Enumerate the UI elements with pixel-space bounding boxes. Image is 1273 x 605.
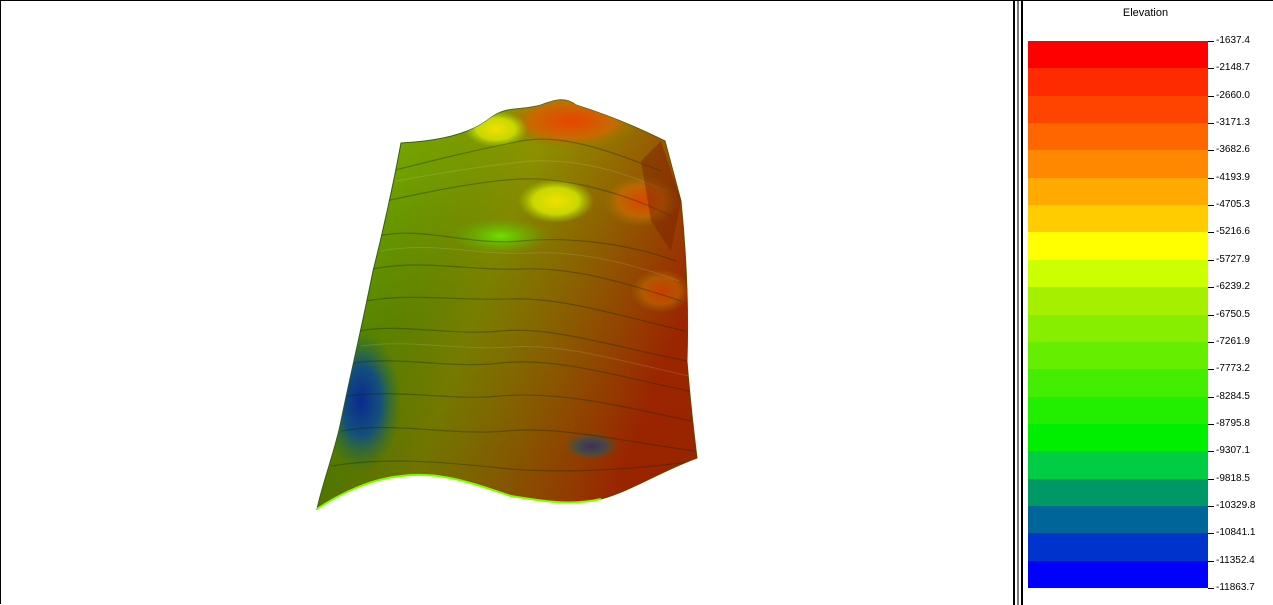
surface-canvas[interactable] bbox=[1, 1, 1013, 604]
legend-tick bbox=[1208, 123, 1214, 125]
legend-label: -1637.4 bbox=[1216, 35, 1250, 46]
legend-tick bbox=[1208, 505, 1214, 507]
legend-tick bbox=[1208, 41, 1214, 42]
color-legend-panel: Elevation -1637.4 -2148.7 -2660.0 -3171.3 -3… bbox=[1023, 1, 1273, 605]
legend-label: -8795.8 bbox=[1216, 417, 1250, 429]
legend-band bbox=[1028, 478, 1208, 507]
legend-label: -8284.5 bbox=[1216, 390, 1250, 402]
legend-label: -3171.3 bbox=[1216, 117, 1250, 129]
legend-label: -4705.3 bbox=[1216, 199, 1250, 211]
legend-label: -11863.7 bbox=[1216, 582, 1255, 593]
legend-tick bbox=[1208, 259, 1214, 261]
legend-label: -5727.9 bbox=[1216, 253, 1250, 265]
legend-band bbox=[1028, 232, 1208, 261]
legend-color-bar bbox=[1028, 41, 1208, 589]
legend-band bbox=[1028, 205, 1208, 233]
legend-tick bbox=[1208, 396, 1214, 398]
legend-label: -2148.7 bbox=[1216, 62, 1250, 74]
legend-label: -7773.2 bbox=[1216, 363, 1250, 375]
legend-label: -9818.5 bbox=[1216, 472, 1250, 484]
legend-label: -10329.8 bbox=[1216, 499, 1256, 511]
legend-tick bbox=[1208, 533, 1214, 535]
legend-band bbox=[1028, 150, 1208, 179]
legend-label: -5216.6 bbox=[1216, 226, 1250, 238]
legend-band bbox=[1028, 396, 1208, 425]
panel-splitter[interactable] bbox=[1013, 1, 1023, 605]
legend-tick bbox=[1208, 205, 1214, 207]
legend-title: Elevation bbox=[1122, 7, 1169, 19]
legend-tick bbox=[1208, 177, 1214, 179]
legend-tick bbox=[1208, 478, 1214, 480]
legend-band bbox=[1028, 314, 1208, 343]
legend-tick bbox=[1208, 68, 1214, 70]
3d-surface-viewport[interactable] bbox=[1, 1, 1013, 604]
legend-tick bbox=[1208, 150, 1214, 152]
legend-label: -2660.0 bbox=[1216, 89, 1250, 101]
legend-band bbox=[1028, 68, 1208, 97]
legend-label: -3682.6 bbox=[1216, 144, 1250, 156]
legend-tick bbox=[1208, 341, 1214, 343]
legend-band bbox=[1028, 369, 1208, 398]
app-window: Elevation -1637.4 -2148.7 -2660.0 -3171.3 -3… bbox=[0, 0, 1273, 605]
legend-label: -9307.1 bbox=[1216, 445, 1250, 457]
legend-band bbox=[1028, 95, 1208, 124]
legend-band bbox=[1028, 341, 1208, 370]
legend-band bbox=[1028, 287, 1208, 315]
legend-band bbox=[1028, 505, 1208, 534]
legend-band bbox=[1028, 177, 1208, 206]
legend-label: -7261.9 bbox=[1216, 335, 1250, 347]
legend-tick bbox=[1208, 95, 1214, 97]
legend-band bbox=[1028, 451, 1208, 480]
legend-label: -6750.5 bbox=[1216, 308, 1250, 320]
legend-tick bbox=[1208, 560, 1214, 562]
legend-band bbox=[1028, 423, 1208, 452]
legend-label: -4193.9 bbox=[1216, 171, 1250, 183]
legend-tick bbox=[1208, 423, 1214, 425]
legend-band bbox=[1028, 560, 1208, 589]
legend-tick bbox=[1208, 588, 1214, 589]
legend-tick bbox=[1208, 314, 1214, 316]
legend-band bbox=[1028, 259, 1208, 288]
legend-label: -10841.1 bbox=[1216, 527, 1256, 539]
legend-label: -6239.2 bbox=[1216, 281, 1250, 293]
legend-tick bbox=[1208, 369, 1214, 371]
legend-tick bbox=[1208, 232, 1214, 234]
legend-label: -11352.4 bbox=[1216, 554, 1255, 566]
legend-band bbox=[1028, 533, 1208, 562]
legend-band bbox=[1028, 41, 1208, 69]
terrain-surface bbox=[316, 99, 698, 511]
legend-band bbox=[1028, 123, 1208, 151]
legend-tick bbox=[1208, 451, 1214, 453]
legend-tick bbox=[1208, 287, 1214, 289]
